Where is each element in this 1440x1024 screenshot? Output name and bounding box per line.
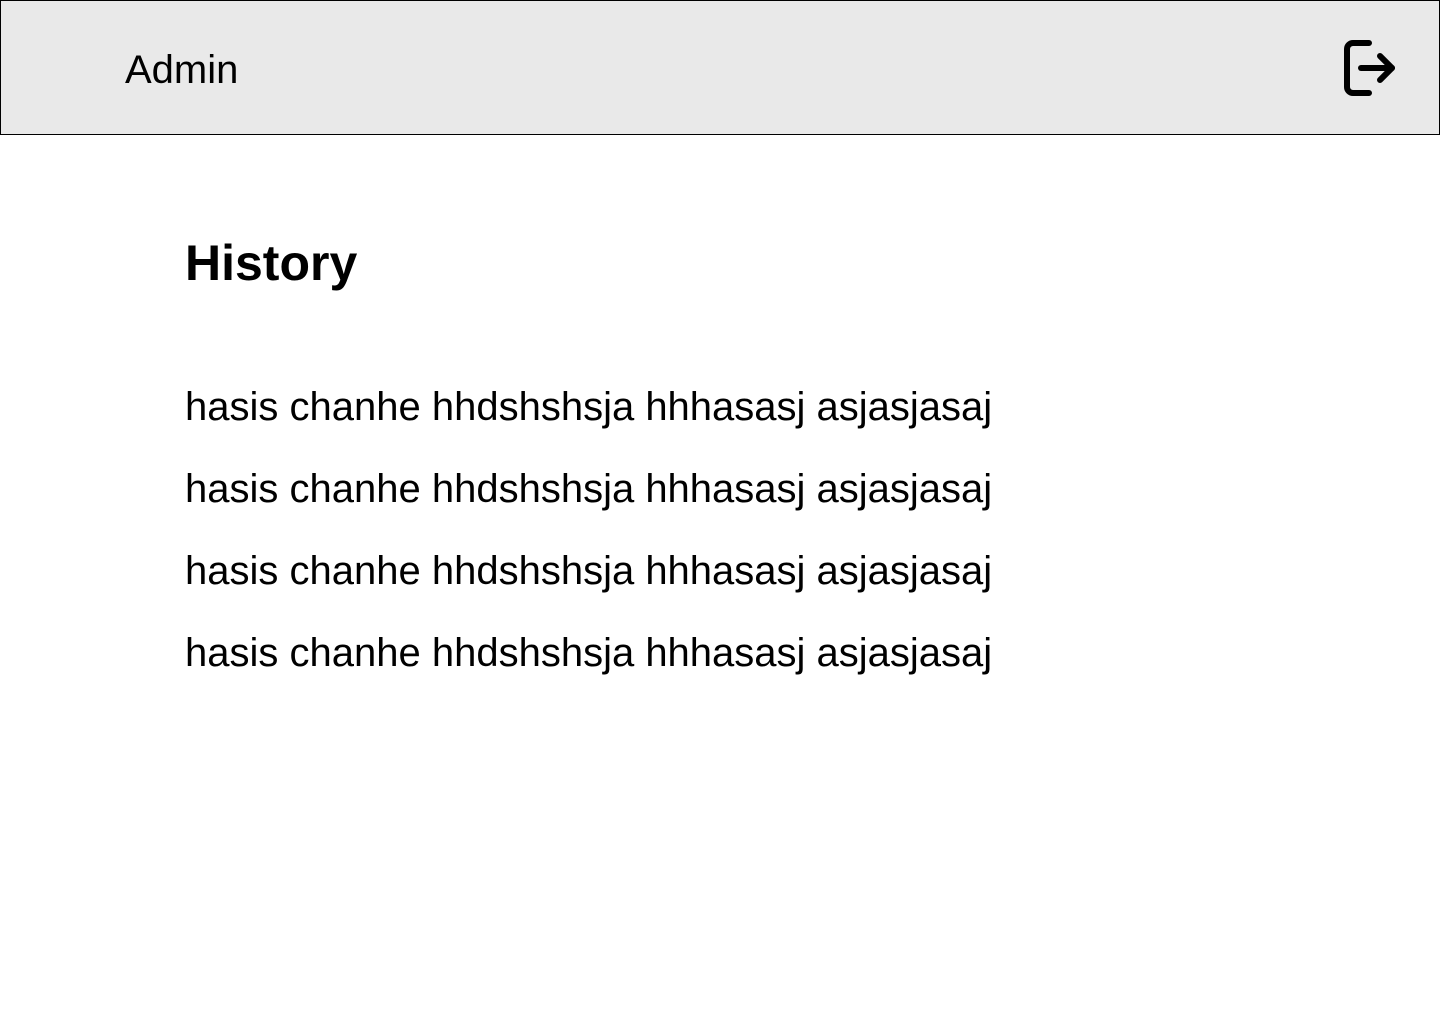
logout-button[interactable] — [1337, 35, 1403, 101]
app-title: Admin — [125, 48, 239, 92]
history-item: hasis chanhe hhdshshsja hhhasasj asjasja… — [185, 549, 993, 593]
logout-icon — [1343, 39, 1397, 97]
page-title: History — [185, 235, 358, 291]
top-bar: Admin — [0, 0, 1440, 135]
main-content: History hasis chanhe hhdshshsja hhhasasj… — [185, 230, 1285, 675]
history-item: hasis chanhe hhdshshsja hhhasasj asjasja… — [185, 467, 993, 511]
history-list: hasis chanhe hhdshshsja hhhasasj asjasja… — [185, 380, 992, 708]
history-item: hasis chanhe hhdshshsja hhhasasj asjasja… — [185, 385, 993, 429]
history-item: hasis chanhe hhdshshsja hhhasasj asjasja… — [185, 631, 993, 675]
